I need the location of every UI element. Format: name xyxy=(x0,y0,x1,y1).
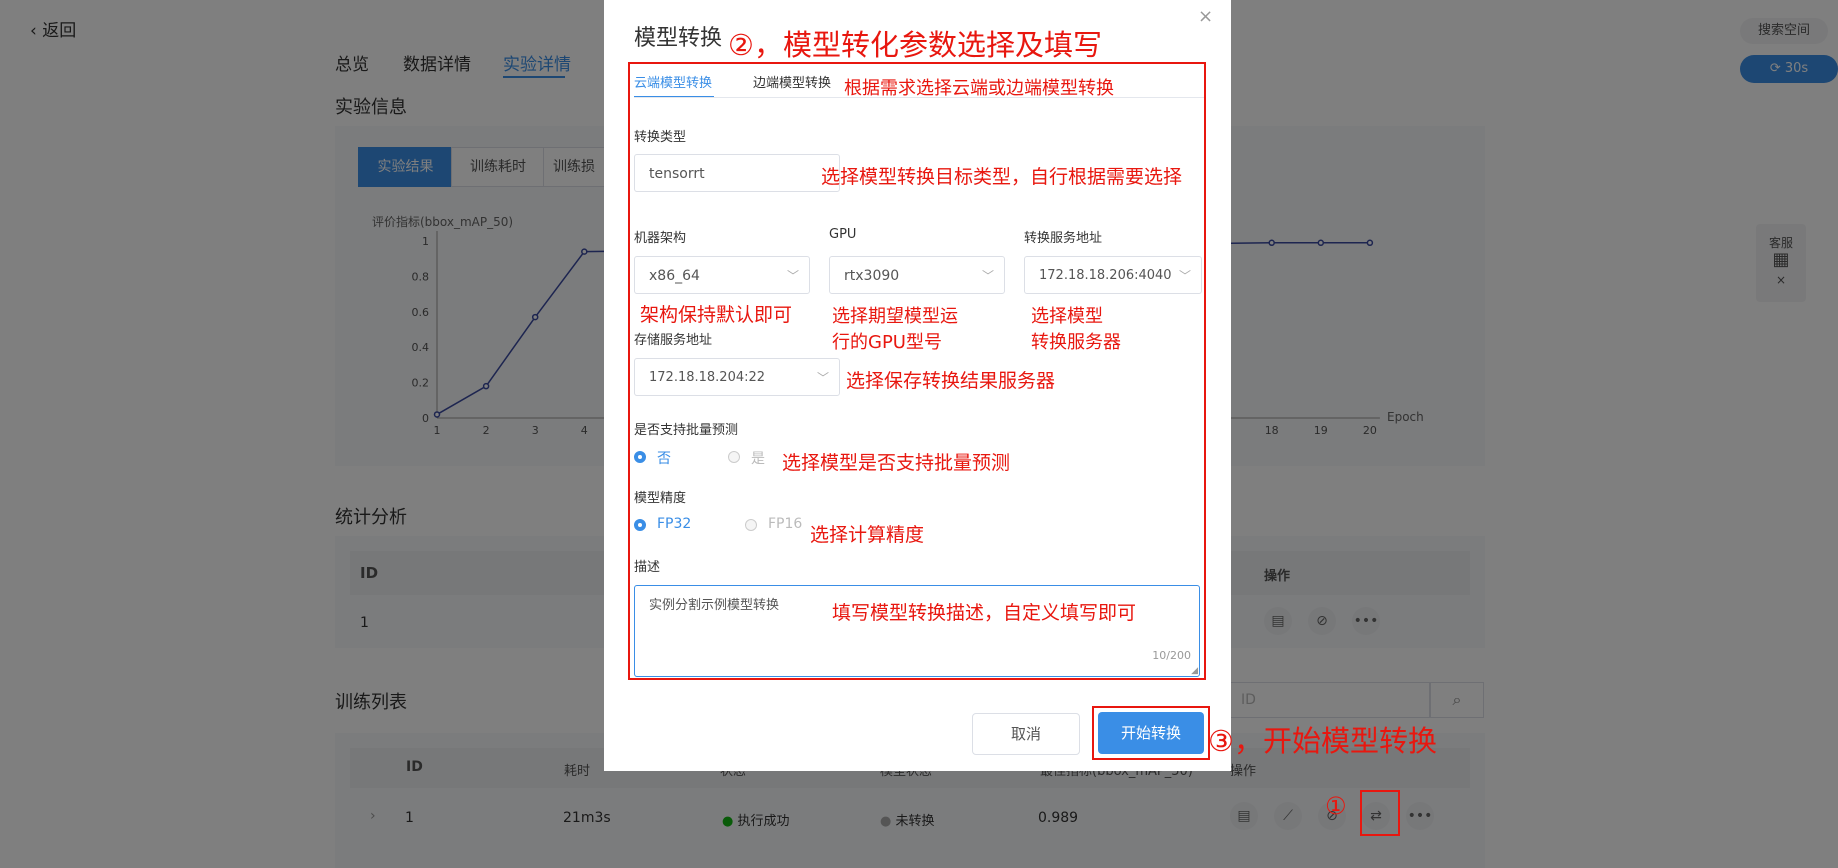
annotation-storage-note: 选择保存转换结果服务器 xyxy=(846,370,1056,392)
batch-no-radio[interactable] xyxy=(634,451,646,463)
storage-server-select[interactable]: 172.18.18.204:22 ﹀ xyxy=(634,358,840,396)
desc-counter: 10/200 xyxy=(1152,649,1191,662)
annotation-type-note: 选择模型转换目标类型，自行根据需要选择 xyxy=(821,166,1183,188)
arch-select[interactable]: x86_64 ﹀ xyxy=(634,256,810,294)
convert-type-label: 转换类型 xyxy=(634,130,687,145)
model-convert-dialog: 模型转换 × ②，模型转化参数选择及填写 云端模型转换 边端模型转换 根据需求选… xyxy=(604,0,1231,771)
annotation-step-2: ②，模型转化参数选择及填写 xyxy=(728,28,1102,62)
convert-server-label: 转换服务地址 xyxy=(1024,231,1103,246)
annotation-convert-box xyxy=(1360,790,1400,836)
annotation-step-3: ③，开始模型转换 xyxy=(1208,724,1437,758)
start-convert-button[interactable]: 开始转换 xyxy=(1098,712,1204,754)
chevron-down-icon: ﹀ xyxy=(1178,269,1191,283)
batch-no-label[interactable]: 否 xyxy=(657,448,671,468)
convert-type-input[interactable]: tensorrt xyxy=(634,154,840,192)
fp16-label[interactable]: FP16 xyxy=(768,516,802,532)
annotation-batch-note: 选择模型是否支持批量预测 xyxy=(782,452,1011,474)
gpu-select[interactable]: rtx3090 ﹀ xyxy=(829,256,1005,294)
annotation-desc-note: 填写模型转换描述，自定义填写即可 xyxy=(832,602,1137,624)
batch-yes-label[interactable]: 是 xyxy=(751,448,765,468)
resize-handle-icon[interactable]: ◢ xyxy=(1191,666,1198,676)
annotation-precision-note: 选择计算精度 xyxy=(810,524,925,546)
annotation-gpu-note-2: 行的GPU型号 xyxy=(832,332,942,353)
annotation-tab-note: 根据需求选择云端或边端模型转换 xyxy=(844,78,1114,99)
convert-server-select[interactable]: 172.18.18.206:4040 ﹀ xyxy=(1024,256,1202,294)
annotation-arch-note: 架构保持默认即可 xyxy=(640,304,793,326)
chevron-down-icon: ﹀ xyxy=(786,269,799,283)
chevron-down-icon: ﹀ xyxy=(981,269,994,283)
annotation-step-1: ① xyxy=(1325,792,1347,820)
desc-label: 描述 xyxy=(634,560,661,575)
fp32-label[interactable]: FP32 xyxy=(657,516,691,532)
chevron-down-icon: ﹀ xyxy=(816,371,829,385)
dialog-title: 模型转换 xyxy=(634,26,723,51)
close-icon[interactable]: × xyxy=(1198,6,1213,27)
annotation-server-note-2: 转换服务器 xyxy=(1031,332,1121,353)
batch-yes-radio[interactable] xyxy=(728,451,740,463)
desc-value: 实例分割示例模型转换 xyxy=(649,598,780,613)
batch-label: 是否支持批量预测 xyxy=(634,423,739,438)
precision-label: 模型精度 xyxy=(634,491,687,506)
gpu-label: GPU xyxy=(829,227,857,242)
fp16-radio[interactable] xyxy=(745,519,757,531)
annotation-server-note-1: 选择模型 xyxy=(1031,306,1103,327)
storage-server-label: 存储服务地址 xyxy=(634,333,713,348)
arch-label: 机器架构 xyxy=(634,231,687,246)
tab-edge-convert[interactable]: 边端模型转换 xyxy=(753,72,831,91)
fp32-radio[interactable] xyxy=(634,519,646,531)
annotation-gpu-note-1: 选择期望模型运 xyxy=(832,306,958,327)
tab-cloud-convert[interactable]: 云端模型转换 xyxy=(634,72,712,91)
cancel-button[interactable]: 取消 xyxy=(972,713,1080,755)
